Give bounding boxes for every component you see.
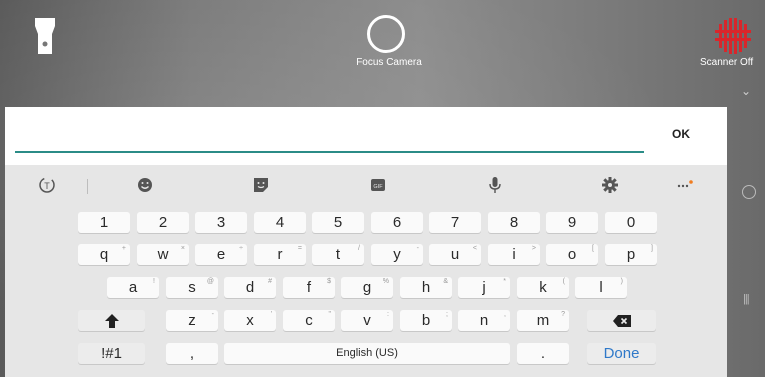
flashlight-icon[interactable] <box>33 16 57 56</box>
key-l[interactable]: l) <box>575 277 627 298</box>
on-screen-keyboard: T GIF 1 2 3 4 5 6 7 8 9 0 q + w × e ÷ r = t /… <box>5 165 727 377</box>
home-circle-icon[interactable] <box>742 185 756 199</box>
key-i[interactable]: i > <box>488 244 540 265</box>
key-7[interactable]: 7 <box>429 212 481 233</box>
symbols-key[interactable]: !#1 <box>78 343 145 364</box>
gif-icon[interactable]: GIF <box>366 175 390 197</box>
shift-arrow-icon <box>104 314 119 328</box>
comma-key[interactable]: , <box>166 343 218 364</box>
key-p[interactable]: p] <box>605 244 657 265</box>
emoji-icon[interactable] <box>133 175 157 197</box>
key-x[interactable]: x ' <box>224 310 276 331</box>
key-z[interactable]: z- <box>166 310 218 331</box>
key-5[interactable]: 5 <box>312 212 364 233</box>
key-g[interactable]: g% <box>341 277 393 298</box>
key-f[interactable]: f $ <box>283 277 335 298</box>
period-key[interactable]: . <box>517 343 569 364</box>
svg-text:T: T <box>44 181 50 191</box>
key-v[interactable]: v: <box>341 310 393 331</box>
key-q[interactable]: q + <box>78 244 130 265</box>
clipboard-icon[interactable]: T <box>35 175 59 197</box>
backspace-key[interactable] <box>587 310 656 331</box>
key-h[interactable]: h & <box>400 277 452 298</box>
key-w[interactable]: w × <box>137 244 189 265</box>
key-m[interactable]: m? <box>517 310 569 331</box>
key-r[interactable]: r = <box>254 244 306 265</box>
key-o[interactable]: o[ <box>546 244 598 265</box>
key-d[interactable]: d # <box>224 277 276 298</box>
key-k[interactable]: k( <box>517 277 569 298</box>
scanner-status-label: Scanner Off <box>700 57 754 68</box>
done-key[interactable]: Done <box>587 343 656 364</box>
key-t[interactable]: t / <box>312 244 364 265</box>
key-2[interactable]: 2 <box>137 212 189 233</box>
key-n[interactable]: n, <box>458 310 510 331</box>
key-a[interactable]: a! <box>107 277 159 298</box>
key-b[interactable]: b; <box>400 310 452 331</box>
microphone-icon[interactable] <box>483 175 507 197</box>
key-6[interactable]: 6 <box>371 212 423 233</box>
key-3[interactable]: 3 <box>195 212 247 233</box>
chevron-down-icon[interactable]: ⌄ <box>741 84 751 98</box>
text-entry-panel: OK <box>5 107 727 165</box>
toolbar-divider <box>87 179 88 194</box>
backspace-icon <box>612 315 631 327</box>
focus-camera-button[interactable] <box>367 15 405 53</box>
key-j[interactable]: j * <box>458 277 510 298</box>
recents-icon[interactable]: ||| <box>743 293 750 305</box>
key-e[interactable]: e ÷ <box>195 244 247 265</box>
sticker-icon[interactable] <box>249 175 273 197</box>
keyboard-toolbar: T GIF <box>5 165 727 207</box>
key-1[interactable]: 1 <box>78 212 130 233</box>
key-8[interactable]: 8 <box>488 212 540 233</box>
scanner-icon[interactable] <box>712 16 752 56</box>
key-s[interactable]: s @ <box>166 277 218 298</box>
key-c[interactable]: c " <box>283 310 335 331</box>
ok-button[interactable]: OK <box>672 127 690 141</box>
more-icon[interactable] <box>673 175 697 197</box>
key-u[interactable]: u < <box>429 244 481 265</box>
gif-label: GIF <box>373 184 383 190</box>
key-y[interactable]: y- <box>371 244 423 265</box>
focus-camera-label: Focus Camera <box>356 57 422 68</box>
barcode-text-input[interactable] <box>15 129 644 153</box>
space-key[interactable]: English (US) <box>224 343 510 364</box>
settings-icon[interactable] <box>598 175 622 197</box>
key-9[interactable]: 9 <box>546 212 598 233</box>
shift-key[interactable] <box>78 310 145 331</box>
key-4[interactable]: 4 <box>254 212 306 233</box>
key-0[interactable]: 0 <box>605 212 657 233</box>
